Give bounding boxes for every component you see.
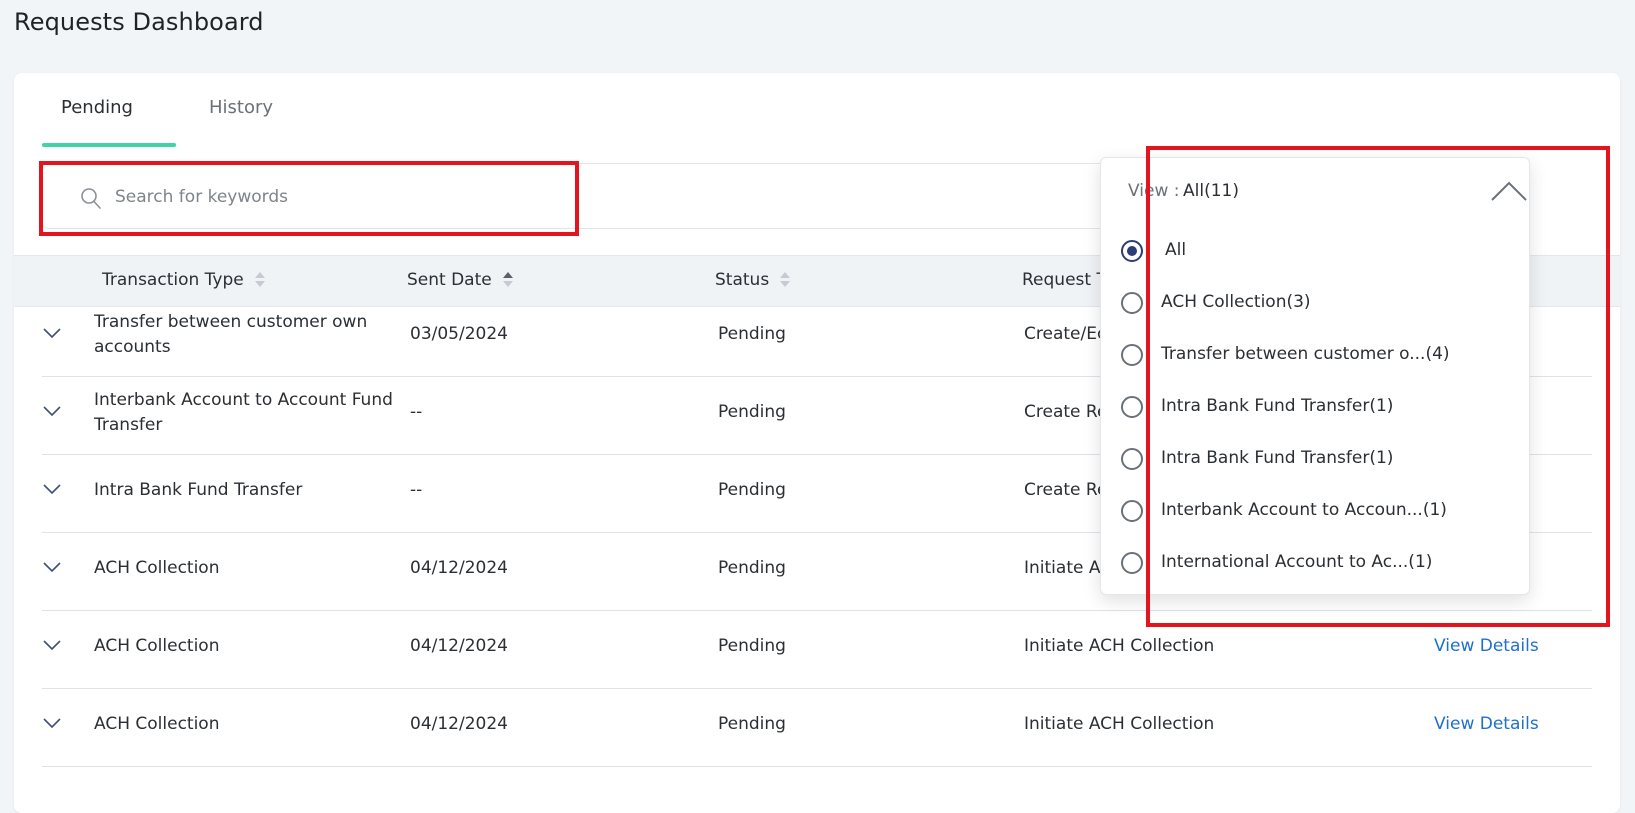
cell-transaction-type: ACH Collection bbox=[94, 714, 220, 734]
tab-history[interactable]: History bbox=[209, 97, 273, 118]
sort-icon[interactable] bbox=[254, 271, 266, 289]
table-row: ACH Collection 04/12/2024 Pending Initia… bbox=[42, 686, 1592, 767]
cell-transaction-type: Transfer between customer own accounts bbox=[94, 312, 368, 357]
view-details-link[interactable]: View Details bbox=[1434, 712, 1539, 737]
page-title: Requests Dashboard bbox=[14, 8, 264, 36]
cell-sent-date: -- bbox=[410, 480, 423, 500]
view-filter-label: View : bbox=[1128, 181, 1180, 201]
radio-button[interactable] bbox=[1121, 240, 1143, 262]
column-header-label: Status bbox=[715, 270, 770, 290]
column-header-status[interactable]: Status bbox=[715, 270, 791, 290]
column-header-request-type[interactable]: Request T bbox=[1022, 270, 1107, 290]
view-filter-selected: All(11) bbox=[1183, 181, 1239, 201]
cell-transaction-type: ACH Collection bbox=[94, 558, 220, 578]
cell-status: Pending bbox=[718, 324, 786, 344]
view-option-label: ACH Collection(3) bbox=[1161, 292, 1311, 312]
cell-request-type: Initiate ACH Collection bbox=[1024, 714, 1215, 734]
table-row: ACH Collection 04/12/2024 Pending Initia… bbox=[42, 608, 1592, 689]
cell-sent-date: 04/12/2024 bbox=[410, 636, 508, 656]
column-header-label: Request T bbox=[1022, 270, 1107, 290]
radio-button[interactable] bbox=[1121, 344, 1143, 366]
radio-button[interactable] bbox=[1121, 500, 1143, 522]
chevron-down-icon[interactable] bbox=[42, 326, 62, 340]
cell-status: Pending bbox=[718, 558, 786, 578]
sort-icon[interactable] bbox=[779, 271, 791, 289]
view-option-transfer-between[interactable]: Transfer between customer o...(4) bbox=[1101, 330, 1529, 382]
cell-sent-date: -- bbox=[410, 402, 423, 422]
radio-button[interactable] bbox=[1121, 552, 1143, 574]
chevron-down-icon[interactable] bbox=[42, 404, 62, 418]
column-header-label: Sent Date bbox=[407, 270, 492, 290]
cell-sent-date: 04/12/2024 bbox=[410, 558, 508, 578]
view-option-all[interactable]: All bbox=[1101, 226, 1529, 278]
cell-status: Pending bbox=[718, 402, 786, 422]
view-option-label: Transfer between customer o...(4) bbox=[1161, 344, 1450, 364]
cell-request-type: Create Re bbox=[1024, 480, 1108, 500]
search-icon bbox=[81, 188, 101, 209]
view-filter-toggle[interactable]: View : All(11) bbox=[1101, 158, 1529, 210]
chevron-down-icon[interactable] bbox=[42, 716, 62, 730]
view-option-label: All bbox=[1165, 240, 1187, 260]
cell-status: Pending bbox=[718, 636, 786, 656]
tab-pending[interactable]: Pending bbox=[61, 97, 133, 118]
cell-status: Pending bbox=[718, 714, 786, 734]
search-box[interactable] bbox=[42, 163, 1144, 229]
sort-icon[interactable] bbox=[502, 271, 514, 289]
cell-transaction-type: Interbank Account to Account Fund Transf… bbox=[94, 390, 393, 435]
view-details-link[interactable]: View Details bbox=[1434, 634, 1539, 659]
radio-button[interactable] bbox=[1121, 396, 1143, 418]
radio-button[interactable] bbox=[1121, 448, 1143, 470]
view-option-label: Intra Bank Fund Transfer(1) bbox=[1161, 396, 1394, 416]
active-tab-indicator bbox=[42, 143, 176, 147]
search-input[interactable] bbox=[113, 178, 1017, 216]
view-option-intra-bank-2[interactable]: Intra Bank Fund Transfer(1) bbox=[1101, 434, 1529, 486]
cell-request-type: Create Re bbox=[1024, 402, 1108, 422]
cell-status: Pending bbox=[718, 480, 786, 500]
view-option-intra-bank-1[interactable]: Intra Bank Fund Transfer(1) bbox=[1101, 382, 1529, 434]
cell-request-type: Initiate AC bbox=[1024, 558, 1113, 578]
chevron-down-icon[interactable] bbox=[42, 482, 62, 496]
cell-transaction-type: ACH Collection bbox=[94, 636, 220, 656]
view-option-ach-collection[interactable]: ACH Collection(3) bbox=[1101, 278, 1529, 330]
chevron-down-icon[interactable] bbox=[42, 638, 62, 652]
cell-request-type: Initiate ACH Collection bbox=[1024, 636, 1215, 656]
cell-transaction-type: Intra Bank Fund Transfer bbox=[94, 480, 303, 500]
view-option-international[interactable]: International Account to Ac...(1) bbox=[1101, 538, 1529, 590]
radio-button[interactable] bbox=[1121, 292, 1143, 314]
cell-sent-date: 04/12/2024 bbox=[410, 714, 508, 734]
column-header-label: Transaction Type bbox=[102, 270, 244, 290]
view-option-label: International Account to Ac...(1) bbox=[1161, 552, 1433, 572]
cell-request-type: Create/Ec bbox=[1024, 324, 1107, 344]
column-header-transaction-type[interactable]: Transaction Type bbox=[102, 270, 266, 290]
cell-sent-date: 03/05/2024 bbox=[410, 324, 508, 344]
column-header-sent-date[interactable]: Sent Date bbox=[407, 270, 514, 290]
view-option-label: Intra Bank Fund Transfer(1) bbox=[1161, 448, 1394, 468]
view-option-interbank[interactable]: Interbank Account to Accoun...(1) bbox=[1101, 486, 1529, 538]
chevron-down-icon[interactable] bbox=[42, 560, 62, 574]
view-option-label: Interbank Account to Accoun...(1) bbox=[1161, 500, 1447, 520]
chevron-up-icon[interactable] bbox=[1491, 180, 1527, 202]
view-filter-dropdown: View : All(11) All ACH Collection(3) Tra… bbox=[1100, 157, 1530, 595]
